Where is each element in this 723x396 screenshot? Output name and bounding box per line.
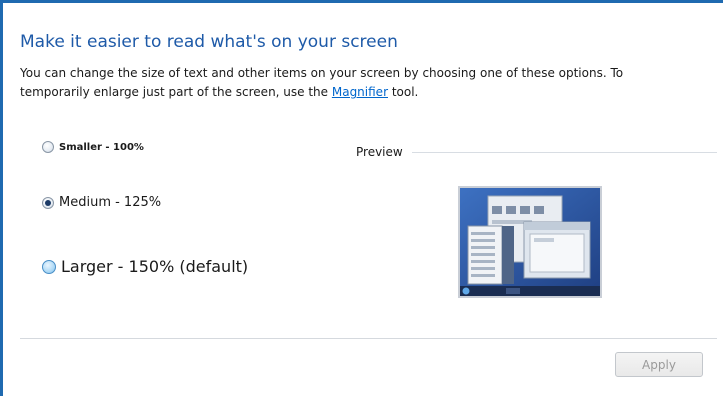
radio-medium[interactable] [42,196,54,209]
preview-label: Preview [356,145,403,159]
preview-divider [412,152,717,153]
option-medium-label: Medium - 125% [59,195,162,210]
option-smaller[interactable]: Smaller - 100% [42,141,144,153]
description-line1: You can change the size of text and othe… [20,66,624,80]
option-medium[interactable]: Medium - 125% [42,195,161,210]
apply-button[interactable]: Apply [615,352,703,377]
description-line2-prefix: temporarily enlarge just part of the scr… [20,85,332,99]
description-line2-suffix: tool. [388,85,419,99]
option-larger-label: Larger - 150% (default) [61,257,249,276]
option-smaller-label: Smaller - 100% [59,141,144,153]
description: You can change the size of text and othe… [20,64,700,102]
radio-smaller[interactable] [42,141,54,153]
option-larger[interactable]: Larger - 150% (default) [42,257,248,276]
radio-larger[interactable] [42,259,56,274]
footer-divider [20,338,717,339]
preview-image [458,186,602,298]
page-title: Make it easier to read what's on your sc… [20,32,398,52]
magnifier-link[interactable]: Magnifier [332,85,388,99]
